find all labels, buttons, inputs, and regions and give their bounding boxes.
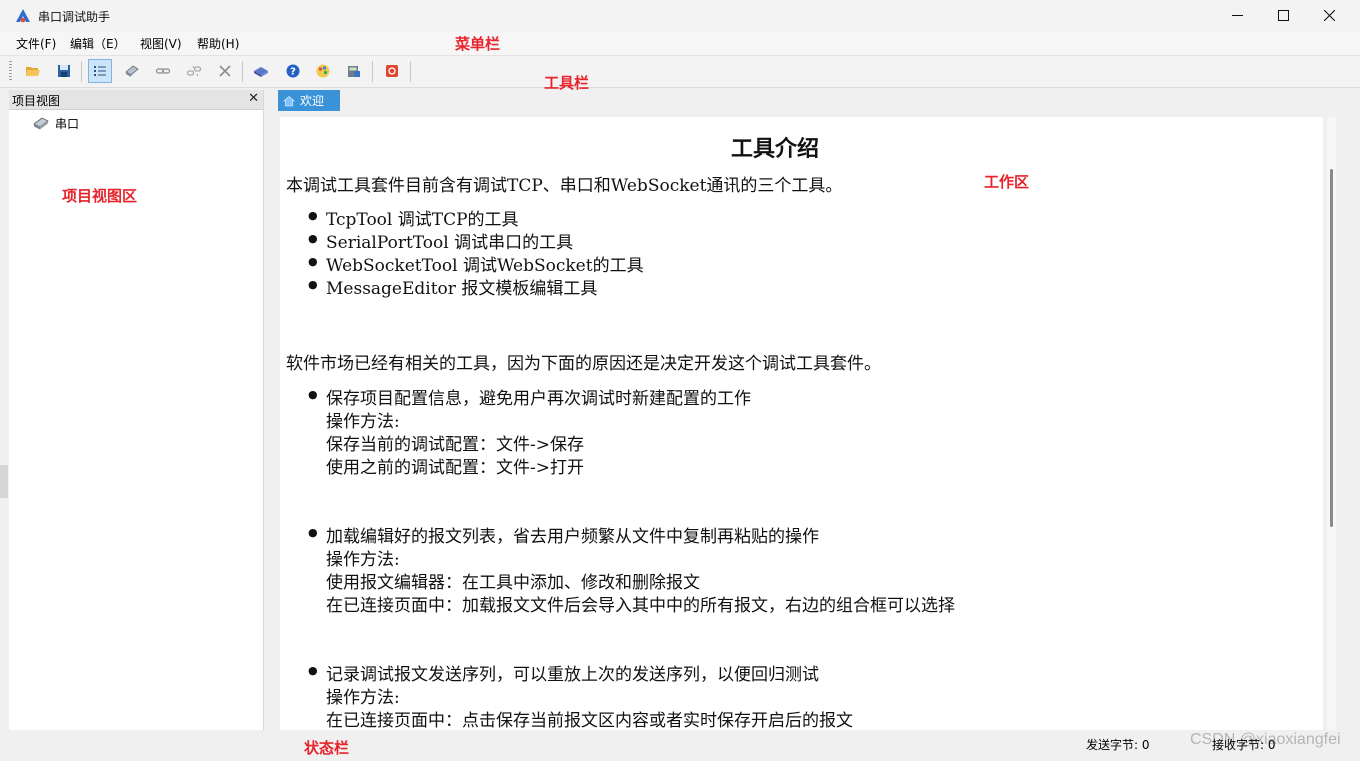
toolbar-grip[interactable] [9, 61, 12, 82]
toolbar-separator [410, 61, 411, 82]
project-view-title: 项目视图 [12, 94, 61, 108]
menu-view[interactable]: 视图(V) [138, 35, 184, 52]
exit-button[interactable] [380, 59, 404, 83]
toolbar-separator [81, 61, 82, 82]
doc-intro: 本调试工具套件目前含有调试TCP、串口和WebSocket通讯的三个工具。 [286, 176, 843, 196]
close-x-icon [219, 65, 231, 77]
doc-title: 工具介绍 [730, 136, 819, 162]
doc-reason: 软件市场已经有相关的工具，因为下面的原因还是决定开发这个调试工具套件。 [286, 354, 881, 374]
save-icon [58, 65, 70, 77]
reason-item-line: 使用报文编辑器：在工具中添加、修改和删除报文 [326, 573, 700, 593]
book-icon [254, 67, 268, 77]
tree-item-label: 串口 [55, 116, 80, 131]
close-icon [1323, 10, 1335, 21]
send-bytes-counter: 发送字节: 0 [1086, 738, 1150, 752]
window-title: 串口调试助手 [38, 10, 111, 24]
tool-list-item: MessageEditor 报文模板编辑工具 [308, 274, 597, 299]
reason-item-line: 操作方法: [326, 688, 400, 708]
annotation-project-view: 项目视图区 [62, 187, 138, 205]
project-view-header: 项目视图 ✕ [9, 90, 263, 110]
toolbar: ? [0, 56, 1360, 88]
reason-item-line: 在已连接页面中：加载报文文件后会导入其中中的所有报文，右边的组合框可以选择 [326, 596, 955, 616]
tool-list-item: WebSocketTool 调试WebSocket的工具 [308, 251, 644, 276]
tree-item-serial[interactable]: 串口 [33, 114, 79, 132]
reason-item-line: 在已连接页面中：点击保存当前报文区内容或者实时保存开启后的报文 [326, 711, 853, 730]
window-edge [0, 465, 8, 498]
reason-item-line: 操作方法: [326, 550, 400, 570]
serial-port-icon [33, 117, 49, 130]
maximize-icon [1277, 10, 1289, 21]
open-button[interactable] [21, 59, 45, 83]
save-button[interactable] [52, 59, 76, 83]
title-bar: 串口调试助手 [0, 0, 1360, 31]
toolbar-separator [242, 61, 243, 82]
reason-item-head: 记录调试报文发送序列，可以重放上次的发送序列，以便回归测试 [308, 660, 819, 685]
help-icon: ? [286, 64, 300, 78]
close-window-button[interactable] [1306, 0, 1352, 31]
list-icon [94, 66, 106, 76]
welcome-document: 工具介绍 本调试工具套件目前含有调试TCP、串口和WebSocket通讯的三个工… [280, 117, 1323, 730]
reason-item-head: 保存项目配置信息，避免用户再次调试时新建配置的工作 [308, 384, 751, 409]
annotation-toolbar: 工具栏 [544, 74, 590, 92]
project-view-toggle-button[interactable] [88, 59, 112, 83]
annotation-work-area: 工作区 [984, 173, 1030, 191]
palette-icon [316, 64, 330, 78]
link-icon [155, 68, 171, 74]
unlink-icon [186, 65, 202, 77]
reason-item-line: 使用之前的调试配置：文件->打开 [326, 458, 584, 478]
new-serial-button[interactable] [120, 59, 144, 83]
tool-list-item: SerialPortTool 调试串口的工具 [308, 228, 573, 253]
scrollbar-thumb[interactable] [1330, 169, 1333, 527]
svg-text:?: ? [290, 67, 296, 78]
disconnect-button[interactable] [182, 59, 206, 83]
help-button[interactable]: ? [281, 59, 305, 83]
reason-item-head: 加载编辑好的报文列表，省去用户频繁从文件中复制再粘贴的操作 [308, 522, 819, 547]
app-logo-icon [16, 9, 30, 23]
tool-list-item: TcpTool 调试TCP的工具 [308, 205, 519, 230]
style-button[interactable] [311, 59, 335, 83]
receive-bytes-counter: 接收字节: 0 [1212, 738, 1276, 752]
menu-edit[interactable]: 编辑（E） [68, 35, 128, 52]
annotation-menubar: 菜单栏 [455, 35, 501, 53]
menu-bar: 文件(F) 编辑（E） 视图(V) 帮助(H) [0, 31, 1360, 56]
calculator-button[interactable] [342, 59, 366, 83]
open-folder-icon [26, 67, 40, 76]
project-view-close-button[interactable]: ✕ [248, 91, 259, 106]
connect-button[interactable] [151, 59, 175, 83]
tab-label: 欢迎 [300, 94, 325, 108]
minimize-button[interactable] [1214, 0, 1260, 31]
annotation-status-bar: 状态栏 [304, 739, 350, 757]
calculator-icon [348, 66, 360, 77]
maximize-button[interactable] [1260, 0, 1306, 31]
home-icon [283, 95, 295, 106]
work-area-scrollbar[interactable] [1327, 117, 1336, 730]
reason-item-line: 保存当前的调试配置：文件->保存 [326, 435, 584, 455]
menu-file[interactable]: 文件(F) [14, 35, 58, 52]
message-editor-button[interactable] [249, 59, 273, 83]
menu-help[interactable]: 帮助(H) [195, 35, 241, 52]
status-bar: CSDN @xiaoxiangfei 发送字节: 0 接收字节: 0 [0, 731, 1360, 761]
toolbar-separator [372, 61, 373, 82]
minimize-icon [1231, 15, 1243, 16]
tab-welcome[interactable]: 欢迎 [278, 90, 340, 111]
app-window: 串口调试助手 文件(F) 编辑（E） 视图(V) 帮助(H) ? 项目视图 ✕ … [0, 0, 1360, 761]
reason-item-line: 操作方法: [326, 412, 400, 432]
stop-icon [386, 65, 398, 77]
serial-icon [125, 65, 139, 77]
remove-button[interactable] [213, 59, 237, 83]
